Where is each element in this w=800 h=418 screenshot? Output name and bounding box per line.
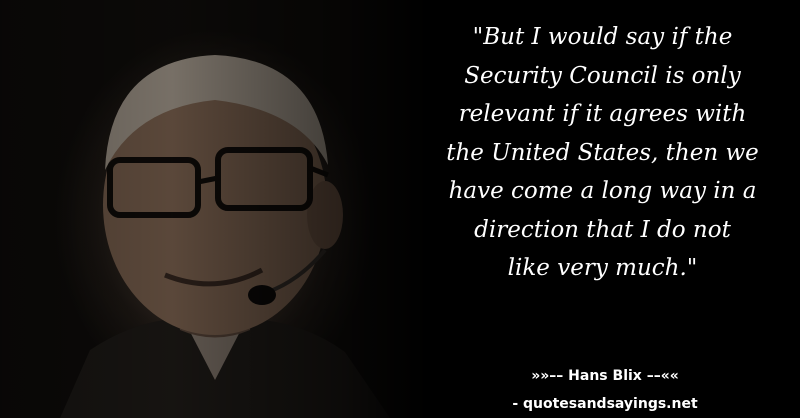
quote-line: relevant if it agrees with [458,101,747,127]
photo-overlay [0,0,430,418]
quote-line: the United States, then we [446,139,759,166]
speaker-photo [0,0,430,418]
quote-line: Security Council is only [464,62,741,89]
source-site: - quotesandsayings.net [512,396,698,412]
quote-line: like very much." [507,255,698,281]
quote-author: »»–– Hans Blix ––«« [531,368,679,384]
quote-line: have come a long way in a [448,178,757,204]
quote-line: direction that I do not [474,216,731,243]
quote-text: "But I would say if the Security Council… [415,18,790,288]
quote-line: "But I would say if the [472,24,733,50]
